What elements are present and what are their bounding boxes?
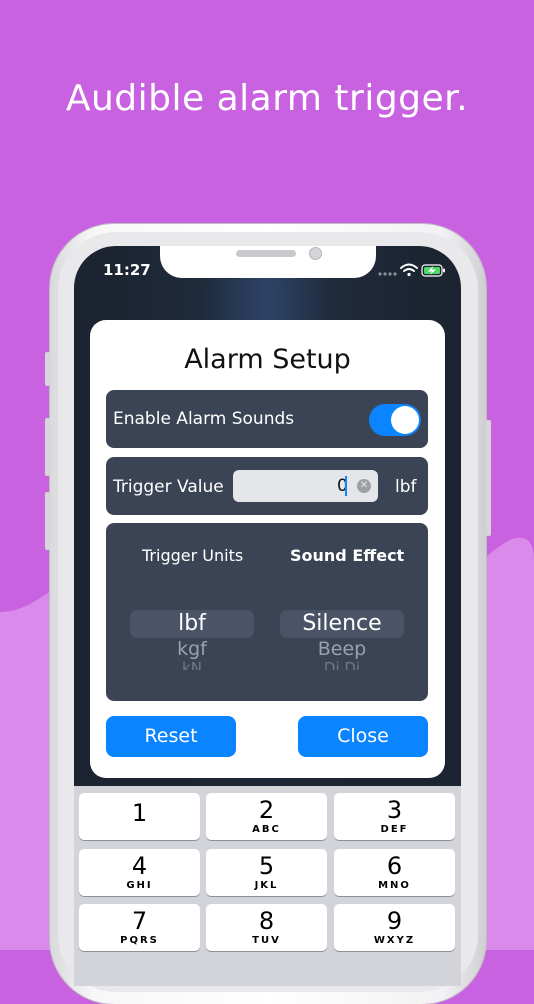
toggle-knob xyxy=(391,406,419,434)
picker-option[interactable]: Di Di xyxy=(280,659,404,670)
key-letters: JKL xyxy=(254,880,279,891)
key-digit: 6 xyxy=(386,852,403,880)
enable-sounds-label: Enable Alarm Sounds xyxy=(113,409,295,429)
key-3[interactable]: 3 DEF xyxy=(334,793,455,840)
key-letters: GHI xyxy=(126,880,153,891)
dialog-title: Alarm Setup xyxy=(184,344,351,375)
key-digit: 2 xyxy=(258,796,275,824)
cellular-signal-icon xyxy=(378,272,397,276)
key-digit: 9 xyxy=(386,907,403,935)
key-letters: WXYZ xyxy=(373,935,416,946)
key-letters: PQRS xyxy=(120,935,159,946)
status-icons xyxy=(378,262,448,278)
key-7[interactable]: 7 PQRS xyxy=(79,904,200,951)
picker-option[interactable]: lbf xyxy=(130,611,254,636)
key-letters: DEF xyxy=(380,824,409,835)
sound-effect-header: Sound Effect xyxy=(290,546,405,565)
key-1[interactable]: 1 xyxy=(79,793,200,840)
trigger-units-header: Trigger Units xyxy=(142,546,244,565)
key-8[interactable]: 8 TUV xyxy=(206,904,327,951)
picker-option[interactable]: Beep xyxy=(280,638,404,660)
picker-option[interactable]: kN xyxy=(130,659,254,670)
speaker-grille xyxy=(236,250,296,257)
clear-text-icon[interactable]: ✕ xyxy=(357,479,371,493)
picker-option-clip: kN xyxy=(130,659,254,670)
trigger-unit-suffix: lbf xyxy=(395,477,417,497)
key-digit: 4 xyxy=(131,852,148,880)
picker-option[interactable]: kgf xyxy=(130,638,254,660)
key-digit: 5 xyxy=(258,852,275,880)
picker-option-clip: Di Di xyxy=(280,659,404,670)
key-letters: TUV xyxy=(252,935,281,946)
picker-option[interactable]: Silence xyxy=(280,611,404,636)
mute-switch xyxy=(45,352,50,386)
text-cursor xyxy=(345,476,347,496)
close-button[interactable]: Close xyxy=(298,716,428,757)
key-4[interactable]: 4 GHI xyxy=(79,849,200,896)
key-digit: 1 xyxy=(131,799,148,827)
trigger-value-label: Trigger Value xyxy=(113,477,224,497)
headline: Audible alarm trigger. xyxy=(65,78,469,119)
key-6[interactable]: 6 MNO xyxy=(334,849,455,896)
key-2[interactable]: 2 ABC xyxy=(206,793,327,840)
front-camera xyxy=(309,247,322,260)
reset-button[interactable]: Reset xyxy=(106,716,236,757)
volume-up-button xyxy=(45,418,50,476)
key-9[interactable]: 9 WXYZ xyxy=(334,904,455,951)
key-letters: ABC xyxy=(252,824,281,835)
volume-down-button xyxy=(45,492,50,550)
enable-sounds-toggle[interactable] xyxy=(369,404,421,436)
key-letters: MNO xyxy=(378,880,411,891)
key-digit: 3 xyxy=(386,796,403,824)
wifi-icon xyxy=(400,263,418,277)
key-digit: 7 xyxy=(131,907,148,935)
key-5[interactable]: 5 JKL xyxy=(206,849,327,896)
status-time: 11:27 xyxy=(103,261,151,279)
power-button xyxy=(486,420,491,536)
key-digit: 8 xyxy=(258,907,275,935)
battery-charging-icon xyxy=(421,264,445,277)
